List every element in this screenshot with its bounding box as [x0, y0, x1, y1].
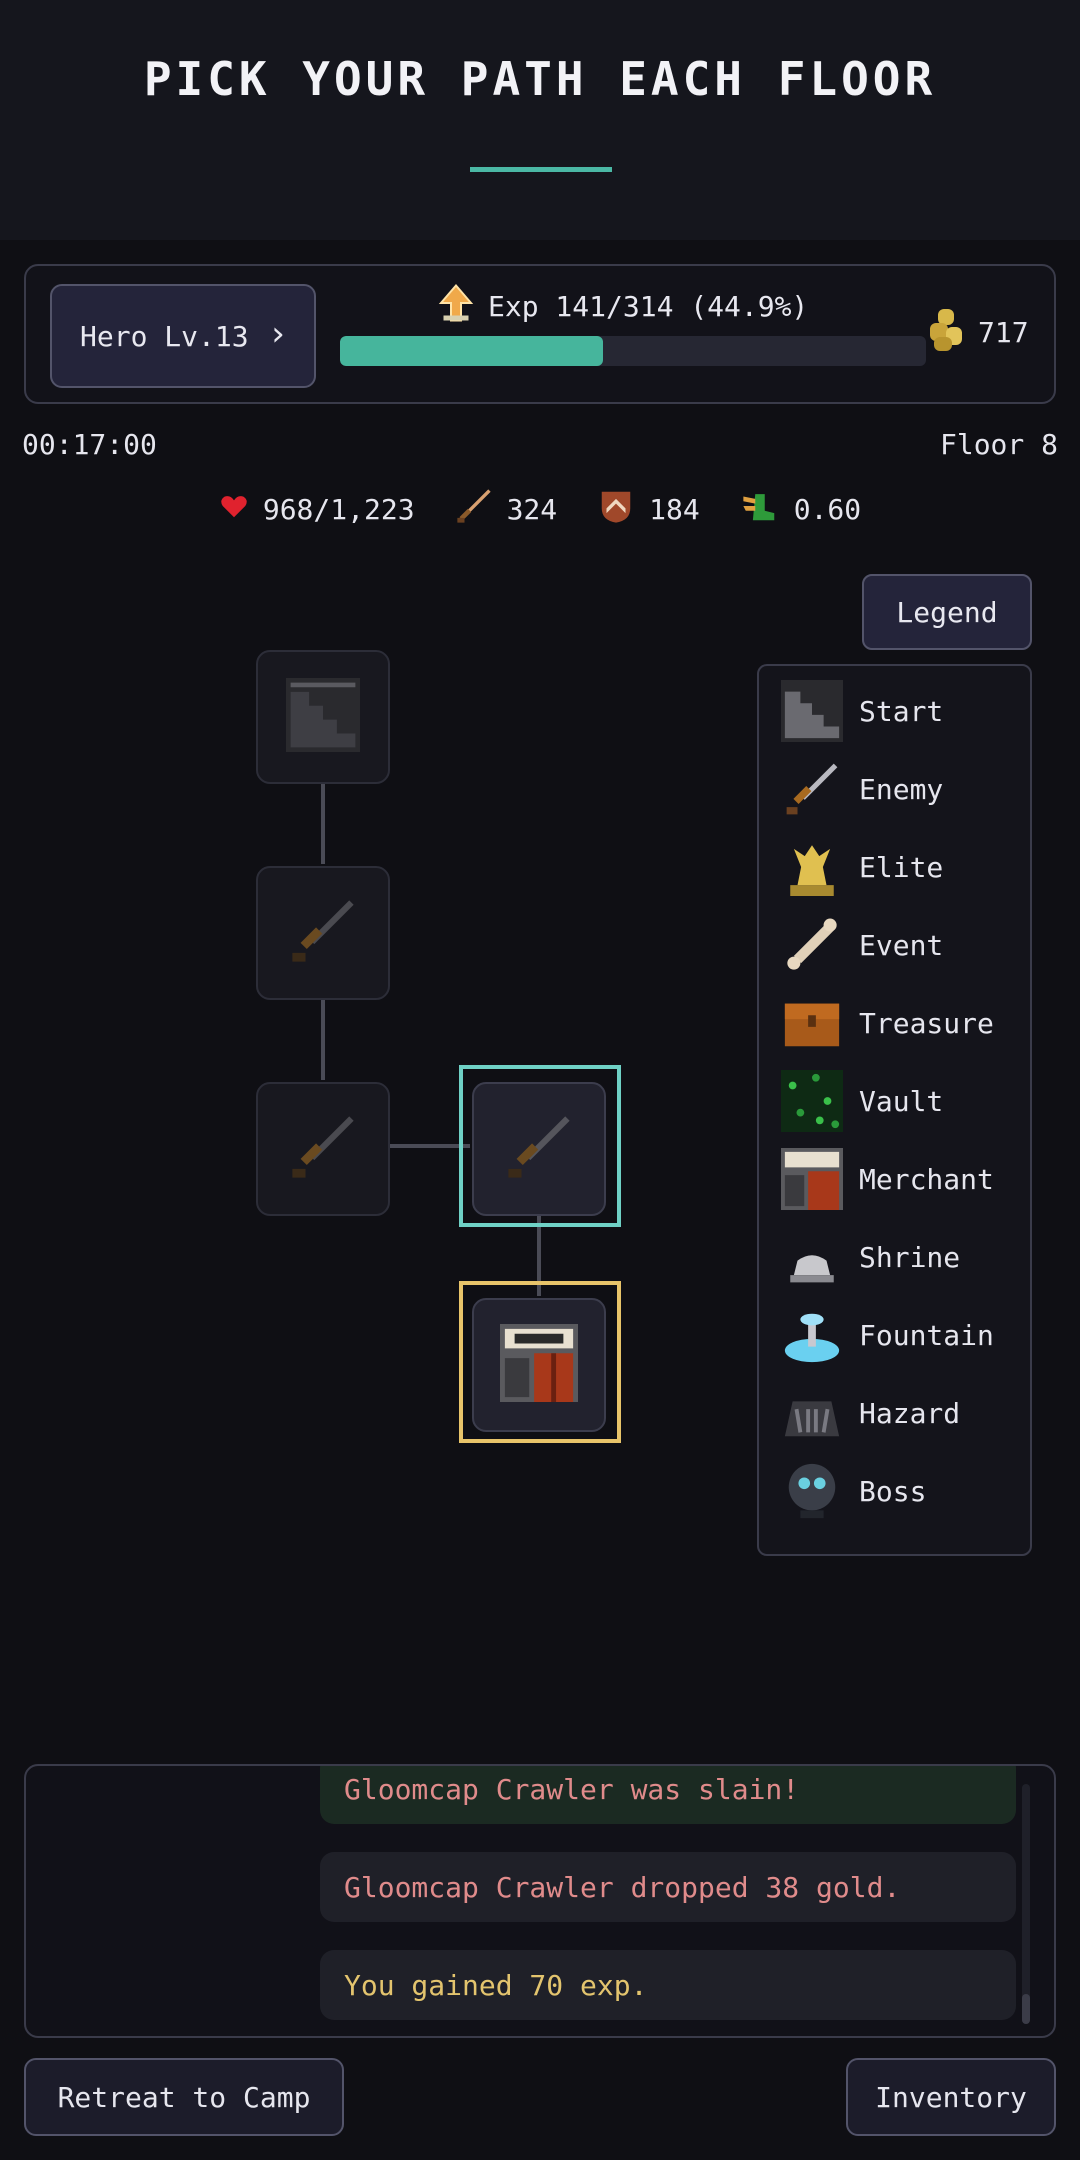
stat-hp: 968/1,223 — [219, 491, 415, 528]
chest-icon — [781, 992, 843, 1054]
stats-row: 968/1,223 324 184 0.60 — [0, 484, 1080, 534]
map-node-enemy[interactable] — [256, 866, 390, 1000]
legend-item-event: Event — [781, 910, 1031, 980]
title-underline — [470, 167, 612, 172]
legend-label: Event — [859, 928, 944, 962]
legend-label: Fountain — [859, 1318, 994, 1352]
path-connector — [321, 1000, 325, 1080]
run-timer: 00:17:00 — [22, 428, 157, 461]
legend-label: Vault — [859, 1084, 944, 1118]
golden-statue-icon — [781, 836, 843, 898]
stairs-icon — [286, 678, 360, 756]
gold-amount: 717 — [978, 315, 1029, 349]
chevron-right-icon: › — [267, 314, 288, 354]
legend-label: Enemy — [859, 772, 944, 806]
legend-item-hazard: Hazard — [781, 1378, 1031, 1448]
legend-item-vault: Vault — [781, 1066, 1031, 1136]
page-title: PICK YOUR PATH EACH FLOOR — [143, 52, 937, 106]
shrine-icon — [781, 1226, 843, 1288]
stat-attack: 324 — [455, 487, 558, 532]
legend-item-shrine: Shrine — [781, 1222, 1031, 1292]
exp-line: Exp 141/314 (44.9%) — [436, 283, 809, 326]
log-text: Gloomcap Crawler was slain! — [344, 1772, 800, 1806]
log-text: Gloomcap Crawler dropped 38 gold. — [344, 1870, 901, 1904]
legend-panel: Start Enemy Elite Event Treasure Vault M… — [757, 664, 1032, 1556]
attack-sword-icon — [455, 487, 493, 532]
legend-label: Merchant — [859, 1162, 994, 1196]
trap-icon — [781, 1382, 843, 1444]
floor-map — [0, 640, 740, 1480]
inventory-button[interactable]: Inventory — [846, 2058, 1056, 2136]
heart-icon — [219, 491, 249, 528]
sword-icon — [504, 1112, 574, 1186]
shop-icon — [781, 1148, 843, 1210]
legend-item-start: Start — [781, 676, 1031, 746]
legend-label: Hazard — [859, 1396, 961, 1430]
log-message: Gloomcap Crawler dropped 38 gold. — [320, 1852, 1016, 1922]
vault-icon — [781, 1070, 843, 1132]
hero-hud: Hero Lv.13 › Exp 141/314 (44.9%) 717 — [24, 264, 1056, 404]
retreat-button[interactable]: Retreat to Camp — [24, 2058, 344, 2136]
map-node-enemy-selected[interactable] — [472, 1082, 606, 1216]
log-message: You gained 70 exp. — [320, 1950, 1016, 2020]
legend-label: Treasure — [859, 1006, 994, 1040]
legend-label: Boss — [859, 1474, 927, 1508]
floor-indicator: Floor 8 — [939, 428, 1058, 461]
bone-icon — [781, 914, 843, 976]
header-banner: PICK YOUR PATH EACH FLOOR — [0, 0, 1080, 240]
log-text: You gained 70 exp. — [344, 1968, 648, 2002]
winged-boot-icon — [740, 487, 780, 532]
map-node-merchant[interactable] — [472, 1298, 606, 1432]
legend-item-boss: Boss — [781, 1456, 1031, 1526]
log-scrollbar[interactable] — [1022, 1784, 1030, 2024]
sword-icon — [288, 896, 358, 970]
legend-label: Shrine — [859, 1240, 961, 1274]
legend-label: Start — [859, 694, 944, 728]
legend-button[interactable]: Legend — [862, 574, 1032, 650]
path-connector — [321, 784, 325, 864]
level-up-arrow-icon — [436, 283, 476, 330]
legend-item-elite: Elite — [781, 832, 1031, 902]
map-node-enemy[interactable] — [256, 1082, 390, 1216]
stat-defense: 184 — [597, 487, 700, 532]
shield-icon — [597, 487, 635, 532]
legend-item-treasure: Treasure — [781, 988, 1031, 1058]
path-connector — [390, 1144, 470, 1148]
exp-progress-bar — [340, 336, 926, 366]
hp-value: 968/1,223 — [262, 492, 415, 526]
exp-progress-fill — [340, 336, 604, 366]
stairs-icon — [781, 680, 843, 742]
log-message: Gloomcap Crawler was slain! — [320, 1766, 1016, 1824]
fountain-icon — [781, 1304, 843, 1366]
boss-icon — [781, 1460, 843, 1522]
legend-item-enemy: Enemy — [781, 754, 1031, 824]
sword-icon — [288, 1112, 358, 1186]
gold-coins-icon — [926, 305, 966, 360]
gold-display: 717 — [926, 304, 1029, 360]
exp-text: Exp 141/314 (44.9%) — [488, 289, 809, 323]
hero-button[interactable]: Hero Lv.13 › — [50, 284, 316, 388]
speed-value: 0.60 — [793, 492, 862, 526]
log-scroll-thumb[interactable] — [1022, 1994, 1030, 2024]
map-node-start[interactable] — [256, 650, 390, 784]
attack-value: 324 — [506, 492, 558, 526]
sword-icon — [781, 758, 843, 820]
legend-label: Elite — [859, 850, 944, 884]
legend-item-fountain: Fountain — [781, 1300, 1031, 1370]
shop-icon — [500, 1324, 578, 1406]
stat-speed: 0.60 — [740, 487, 861, 532]
defense-value: 184 — [649, 492, 700, 526]
hero-label: Hero Lv.13 — [80, 319, 249, 353]
combat-log[interactable]: Gloomcap Crawler was slain! Gloomcap Cra… — [24, 1764, 1056, 2038]
legend-item-merchant: Merchant — [781, 1144, 1031, 1214]
